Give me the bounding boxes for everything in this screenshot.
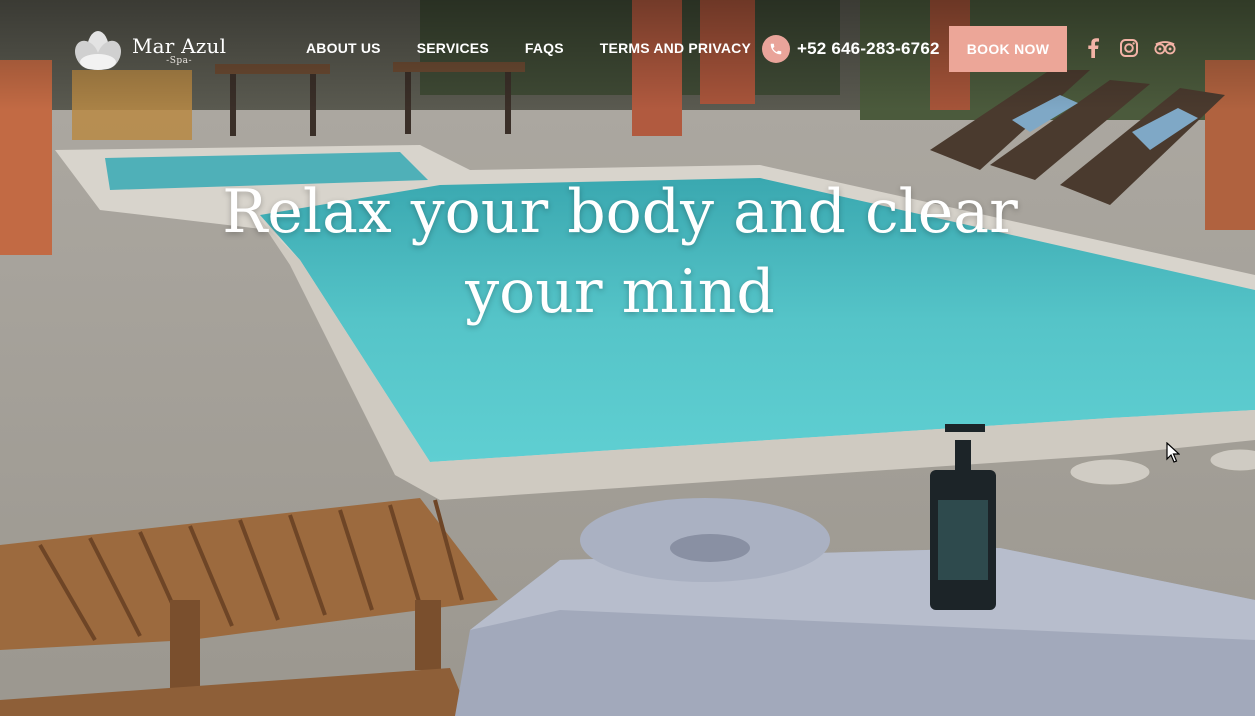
brand-text: Mar Azul -Spa- <box>132 35 226 66</box>
nav-about-us[interactable]: ABOUT US <box>306 40 381 56</box>
top-navigation: Mar Azul -Spa- ABOUT US SERVICES FAQS TE… <box>0 0 1255 96</box>
hero-background-photo <box>0 0 1255 716</box>
lotus-icon <box>75 31 121 70</box>
hero-headline: Relax your body and clear your mind <box>222 177 1018 327</box>
brand-logo[interactable]: Mar Azul -Spa- <box>72 28 232 72</box>
main-menu: ABOUT US SERVICES FAQS TERMS AND PRIVACY <box>306 40 751 56</box>
hero-section <box>0 0 1255 716</box>
nav-services[interactable]: SERVICES <box>417 40 489 56</box>
phone-number: +52 646-283-6762 <box>797 39 940 58</box>
mouse-cursor-icon <box>1166 442 1180 463</box>
facebook-icon[interactable] <box>1082 37 1104 59</box>
brand-name: Mar Azul <box>132 33 227 58</box>
book-now-button[interactable]: BOOK NOW <box>949 26 1067 72</box>
instagram-icon[interactable] <box>1118 37 1140 59</box>
social-links <box>1082 37 1176 59</box>
nav-terms-and-privacy[interactable]: TERMS AND PRIVACY <box>600 40 751 56</box>
nav-faqs[interactable]: FAQS <box>525 40 564 56</box>
phone-link[interactable]: +52 646-283-6762 <box>762 35 940 63</box>
tripadvisor-icon[interactable] <box>1154 37 1176 59</box>
phone-icon <box>762 35 790 63</box>
